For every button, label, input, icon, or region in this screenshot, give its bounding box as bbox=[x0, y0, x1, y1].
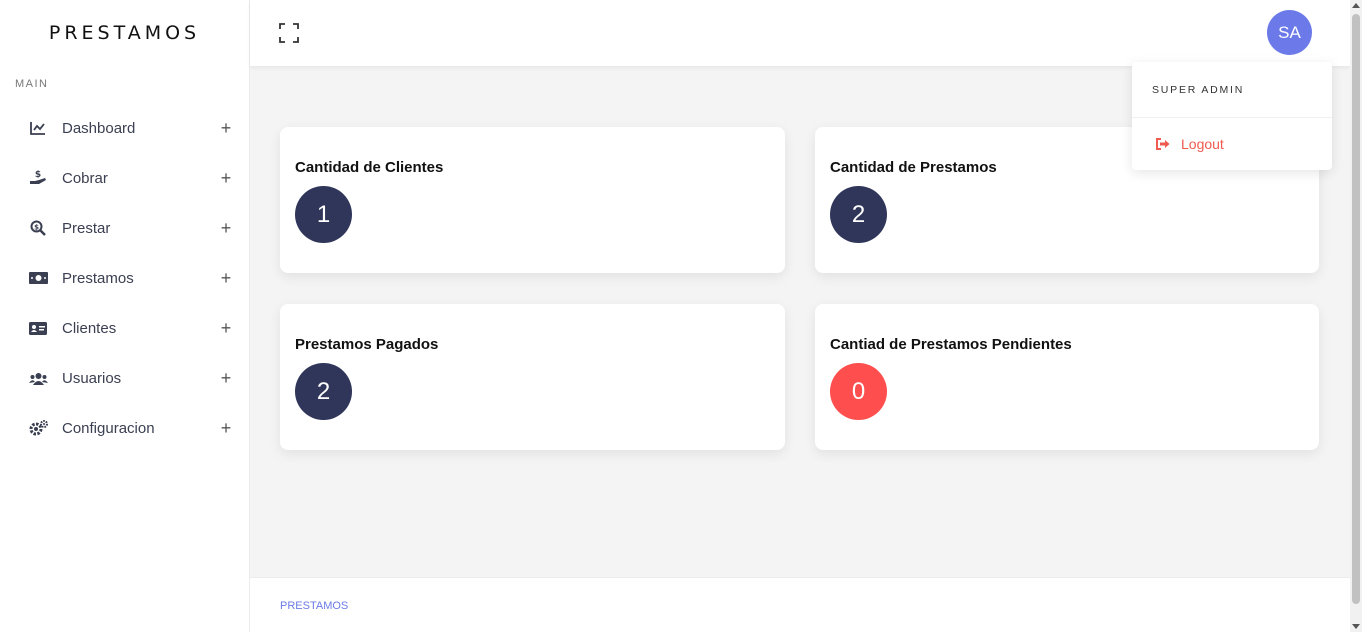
sidebar-item-label: Configuracion bbox=[62, 419, 155, 437]
card-count-badge: 2 bbox=[295, 363, 352, 420]
sidebar-item-prestamos[interactable]: Prestamos + bbox=[0, 253, 249, 303]
top-header: SA bbox=[250, 0, 1350, 66]
sidebar-item-prestar[interactable]: $ Prestar + bbox=[0, 203, 249, 253]
sign-out-icon bbox=[1156, 138, 1170, 150]
footer-text: PRESTAMOS bbox=[280, 600, 349, 612]
scrollbar-thumb[interactable] bbox=[1352, 14, 1360, 604]
stat-card-pagados: Prestamos Pagados 2 bbox=[280, 304, 785, 450]
stat-card-clientes: Cantidad de Clientes 1 bbox=[280, 127, 785, 273]
user-role-label: SUPER ADMIN bbox=[1132, 62, 1332, 118]
card-count-badge: 2 bbox=[830, 186, 887, 243]
user-dropdown-menu: SUPER ADMIN Logout bbox=[1132, 62, 1332, 170]
sidebar-menu: Dashboard + $ Cobrar + $ Prestar + Prest… bbox=[0, 103, 249, 453]
sidebar-item-label: Prestamos bbox=[62, 269, 134, 287]
card-count-badge: 0 bbox=[830, 363, 887, 420]
sidebar-item-configuracion[interactable]: Configuracion + bbox=[0, 403, 249, 453]
sidebar-item-cobrar[interactable]: $ Cobrar + bbox=[0, 153, 249, 203]
card-title: Cantidad de Prestamos bbox=[830, 159, 997, 176]
card-count-badge: 1 bbox=[295, 186, 352, 243]
search-dollar-icon: $ bbox=[28, 218, 48, 238]
sidebar: PRESTAMOS MAIN Dashboard + $ Cobrar + $ … bbox=[0, 0, 250, 632]
footer: PRESTAMOS bbox=[250, 577, 1350, 632]
expand-icon[interactable]: + bbox=[219, 118, 233, 139]
sidebar-item-label: Cobrar bbox=[62, 169, 108, 187]
users-icon bbox=[28, 368, 48, 388]
id-card-icon bbox=[28, 318, 48, 338]
expand-icon[interactable]: + bbox=[219, 418, 233, 439]
user-avatar[interactable]: SA bbox=[1267, 10, 1312, 55]
card-title: Cantidad de Clientes bbox=[295, 159, 444, 176]
money-bill-icon bbox=[28, 268, 48, 288]
sidebar-item-clientes[interactable]: Clientes + bbox=[0, 303, 249, 353]
hand-dollar-icon: $ bbox=[28, 168, 48, 188]
logout-label: Logout bbox=[1181, 136, 1224, 152]
expand-icon[interactable]: + bbox=[219, 368, 233, 389]
expand-icon[interactable]: + bbox=[219, 318, 233, 339]
scroll-up-icon[interactable] bbox=[1352, 3, 1360, 8]
brand-logo[interactable]: PRESTAMOS bbox=[0, 0, 249, 66]
stat-card-pendientes: Cantiad de Prestamos Pendientes 0 bbox=[815, 304, 1319, 450]
cogs-icon bbox=[28, 418, 48, 438]
card-title: Cantiad de Prestamos Pendientes bbox=[830, 336, 1072, 353]
expand-icon[interactable]: + bbox=[219, 268, 233, 289]
svg-text:$: $ bbox=[35, 170, 41, 180]
logout-button[interactable]: Logout bbox=[1132, 118, 1332, 170]
svg-text:$: $ bbox=[34, 224, 39, 232]
section-label-main: MAIN bbox=[15, 78, 49, 90]
page-scrollbar[interactable] bbox=[1350, 0, 1362, 632]
expand-icon[interactable]: + bbox=[219, 218, 233, 239]
chart-line-icon bbox=[28, 118, 48, 138]
sidebar-item-usuarios[interactable]: Usuarios + bbox=[0, 353, 249, 403]
card-title: Prestamos Pagados bbox=[295, 336, 439, 353]
sidebar-item-label: Usuarios bbox=[62, 369, 122, 387]
sidebar-item-label: Clientes bbox=[62, 319, 117, 337]
sidebar-item-dashboard[interactable]: Dashboard + bbox=[0, 103, 249, 153]
sidebar-item-label: Dashboard bbox=[62, 119, 136, 137]
scroll-down-icon[interactable] bbox=[1352, 624, 1360, 629]
sidebar-item-label: Prestar bbox=[62, 219, 111, 237]
expand-icon[interactable]: + bbox=[219, 168, 233, 189]
fullscreen-icon[interactable] bbox=[279, 23, 299, 43]
